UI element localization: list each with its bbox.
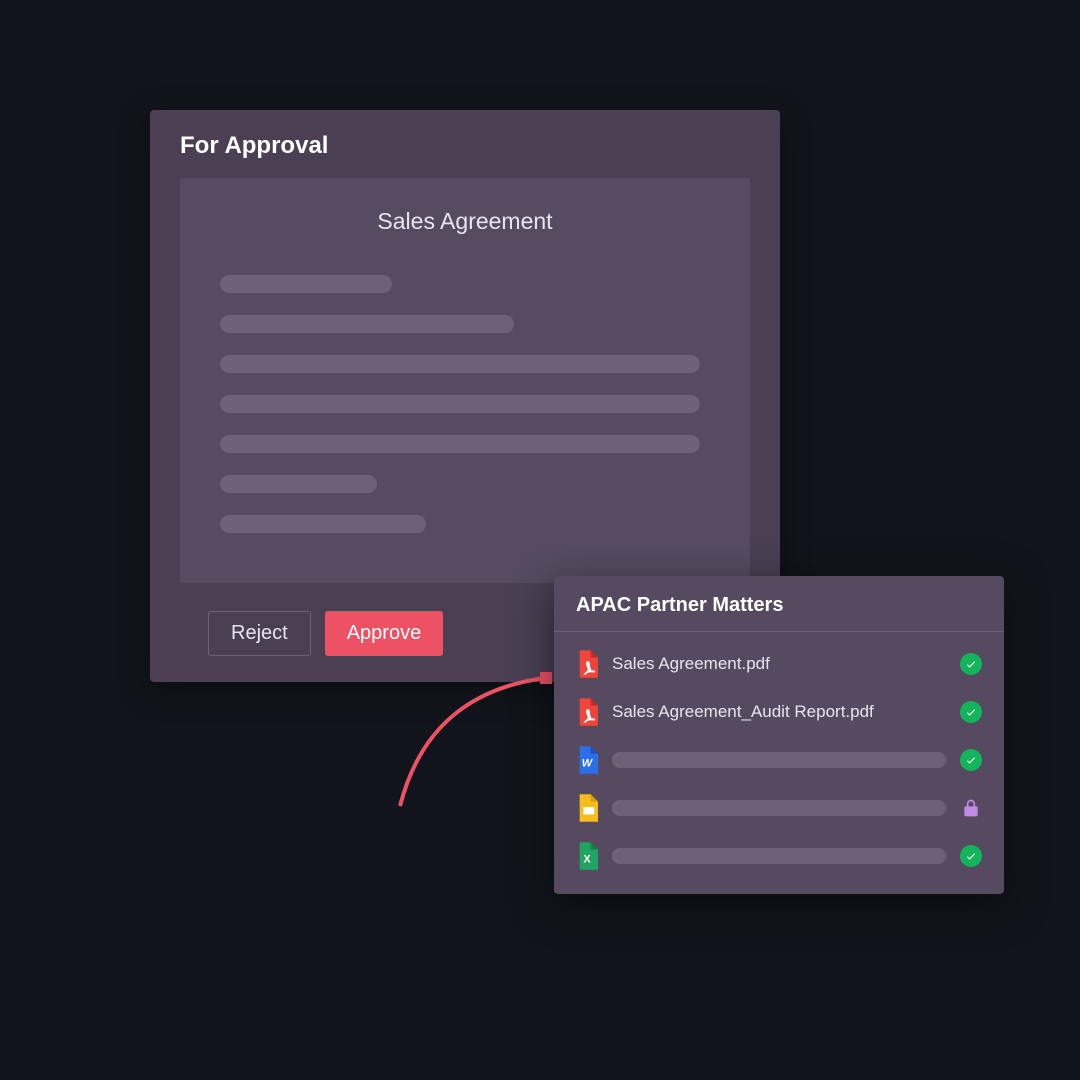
file-name: Sales Agreement.pdf [612,654,946,674]
text-placeholder [220,435,700,453]
text-placeholder [220,395,700,413]
text-placeholder [220,355,700,373]
document-preview: Sales Agreement [180,178,750,583]
check-icon [960,701,982,723]
word-icon: W [576,746,598,774]
pdf-icon [576,650,598,678]
text-placeholder [220,315,514,333]
check-icon [960,845,982,867]
file-name: Sales Agreement_Audit Report.pdf [612,702,946,722]
file-list: Sales Agreement.pdf Sales Agreement_Audi… [554,632,1004,894]
files-panel-title: APAC Partner Matters [554,576,1004,632]
pdf-icon [576,698,598,726]
file-row[interactable]: Sales Agreement.pdf [554,640,1004,688]
file-name-placeholder [612,848,946,864]
file-name-placeholder [612,800,946,816]
file-name-placeholder [612,752,946,768]
text-placeholder [220,515,426,533]
files-panel: APAC Partner Matters Sales Agreement.pdf… [554,576,1004,894]
file-row[interactable]: X [554,832,1004,880]
reject-button[interactable]: Reject [208,611,311,656]
approval-header: For Approval [150,110,780,178]
connector-arrow [390,658,570,818]
slides-icon [576,794,598,822]
svg-text:W: W [582,757,594,769]
approve-button[interactable]: Approve [325,611,444,656]
svg-text:X: X [583,853,591,865]
check-icon [960,749,982,771]
lock-icon [960,797,982,819]
excel-icon: X [576,842,598,870]
text-placeholder [220,275,392,293]
check-icon [960,653,982,675]
file-row[interactable]: Sales Agreement_Audit Report.pdf [554,688,1004,736]
file-row[interactable]: W [554,736,1004,784]
document-title: Sales Agreement [220,208,710,235]
file-row[interactable] [554,784,1004,832]
text-placeholder [220,475,377,493]
